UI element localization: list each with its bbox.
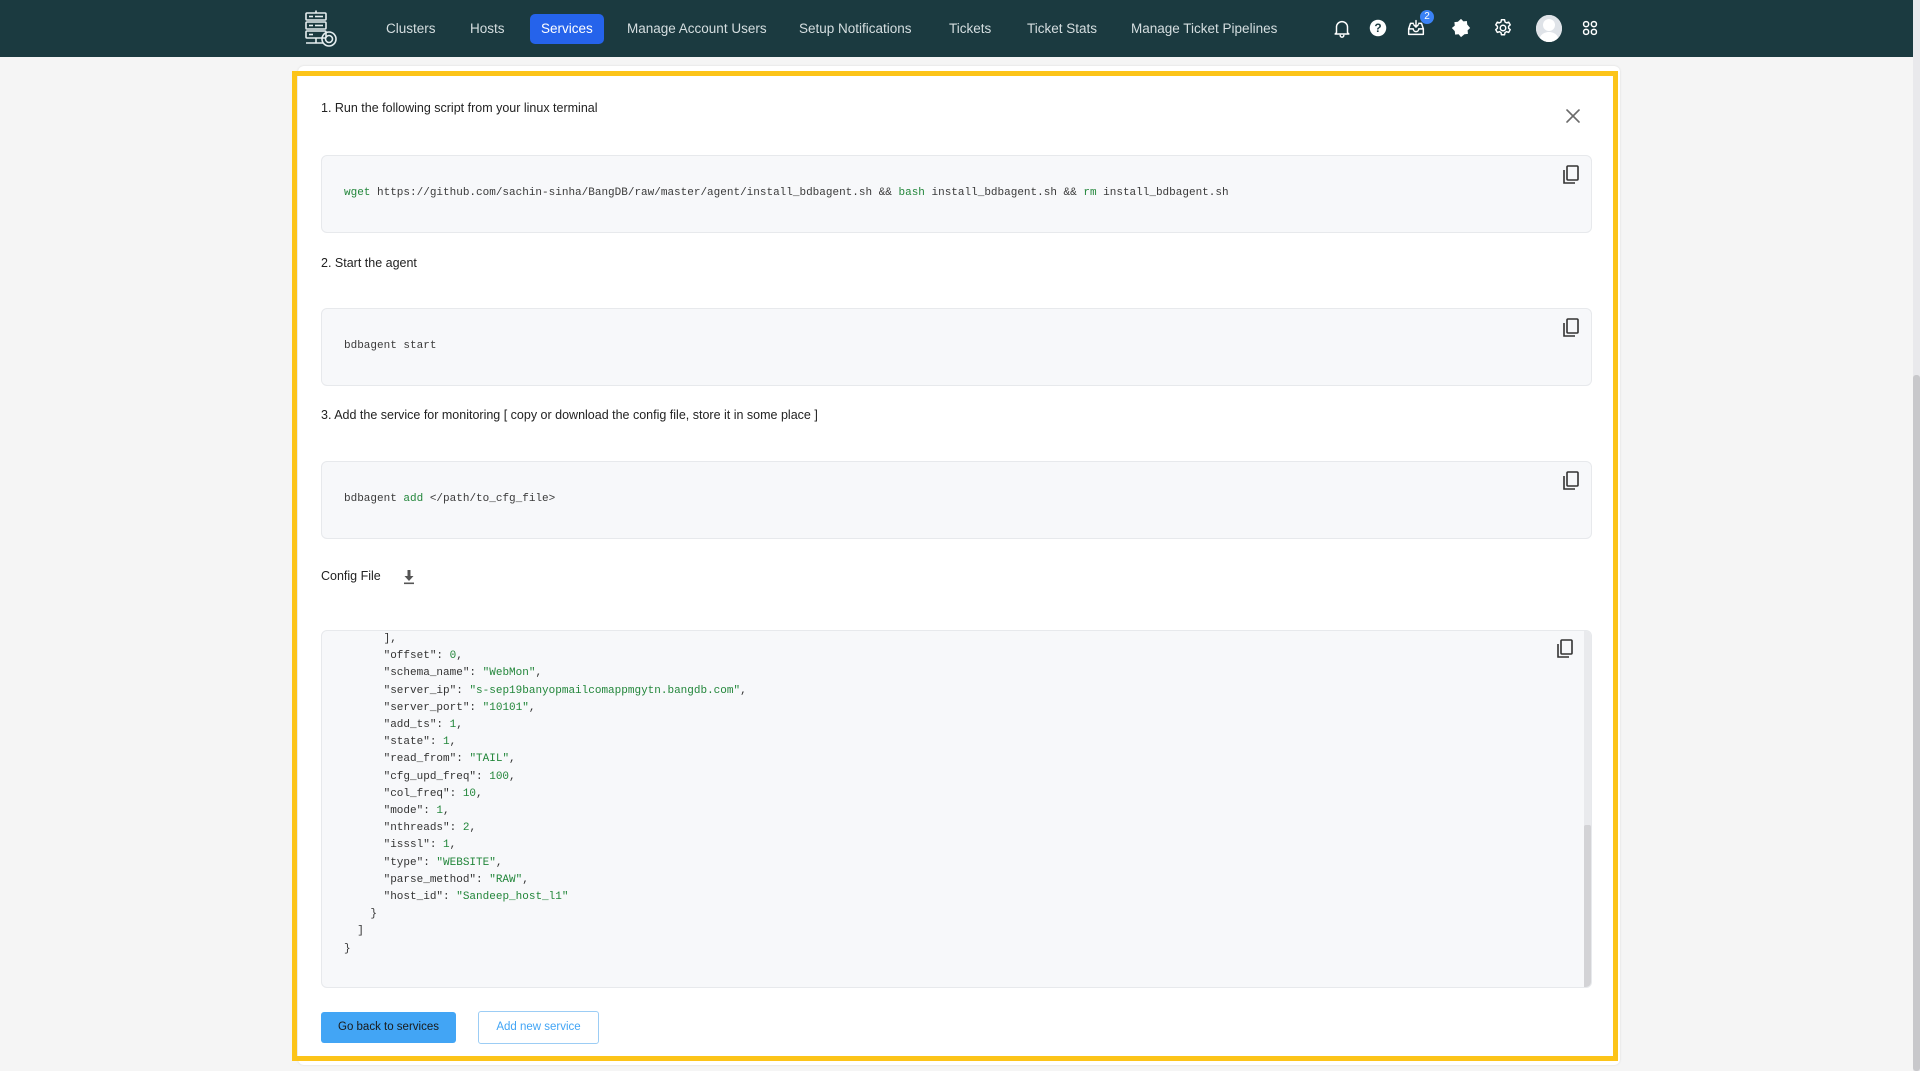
config-line: "nthreads": 2,	[383, 822, 477, 835]
start-agent-command[interactable]: bdbagent start	[344, 340, 436, 352]
step-3-instruction: 3. Add the service for monitoring [ copy…	[321, 408, 818, 422]
download-icon[interactable]	[401, 568, 417, 586]
code-text: </path/to_cfg_file>	[423, 493, 556, 505]
top-navbar: Clusters Hosts Services Manage Account U…	[0, 0, 1913, 57]
bell-icon[interactable]	[1331, 17, 1353, 39]
svg-text:?: ?	[1374, 21, 1381, 35]
help-icon[interactable]: ?	[1367, 17, 1389, 39]
server-cluster-logo[interactable]	[303, 10, 339, 48]
close-icon[interactable]	[1563, 106, 1583, 126]
nav-setup-notifications[interactable]: Setup Notifications	[799, 14, 912, 44]
config-line: ]	[357, 925, 364, 938]
copy-icon[interactable]	[1561, 317, 1581, 339]
nav-manage-ticket-pipelines[interactable]: Manage Ticket Pipelines	[1131, 14, 1277, 44]
code-keyword: add	[403, 493, 424, 505]
config-file-label: Config File	[321, 569, 381, 583]
config-line: "parse_method": "RAW",	[383, 873, 529, 886]
config-line: "server_ip": "s-sep19banyopmailcomappmgy…	[383, 684, 747, 697]
install-script-command[interactable]: wget https://github.com/sachin-sinha/Ban…	[344, 187, 1229, 199]
config-scrollbar-thumb[interactable]	[1584, 825, 1591, 987]
config-file-content: ], "offset": 0, "schema_name": "WebMon",…	[344, 631, 747, 958]
config-line: "host_id": "Sandeep_host_l1"	[383, 891, 569, 904]
add-new-service-button[interactable]: Add new service	[478, 1011, 599, 1044]
code-keyword: bash	[898, 187, 925, 199]
config-line: "server_port": "10101",	[383, 701, 536, 714]
code-keyword: rm	[1083, 187, 1097, 199]
page-scrollbar-thumb[interactable]	[1913, 375, 1920, 1071]
avatar[interactable]	[1536, 15, 1562, 42]
go-back-to-services-button[interactable]: Go back to services	[321, 1012, 456, 1043]
code-text: bdbagent	[344, 493, 404, 505]
config-line: "cfg_upd_freq": 100,	[383, 770, 516, 783]
config-line: "state": 1,	[383, 736, 457, 749]
nav-tickets[interactable]: Tickets	[949, 14, 991, 44]
code-text: install_bdbagent.sh &&	[924, 187, 1084, 199]
nav-services[interactable]: Services	[530, 14, 604, 44]
nav-clusters[interactable]: Clusters	[386, 14, 436, 44]
apps-grid-icon[interactable]	[1579, 17, 1601, 39]
step-1-instruction: 1. Run the following script from your li…	[321, 101, 598, 115]
code-text: bdbagent start	[344, 340, 437, 352]
config-scrollbar[interactable]	[1584, 631, 1591, 987]
nav-hosts[interactable]: Hosts	[470, 14, 505, 44]
config-line: "read_from": "TAIL",	[383, 753, 516, 766]
code-keyword: wget	[344, 187, 371, 199]
install-script-code-block: wget https://github.com/sachin-sinha/Ban…	[321, 155, 1592, 233]
config-line: "mode": 1,	[383, 805, 450, 818]
config-line: "offset": 0,	[383, 650, 463, 663]
nav-manage-account-users[interactable]: Manage Account Users	[627, 14, 767, 44]
page-scrollbar[interactable]	[1913, 0, 1920, 1071]
config-line: "col_freq": 10,	[383, 787, 483, 800]
config-line: "isssl": 1,	[383, 839, 457, 852]
config-line: }	[370, 908, 378, 921]
settings-icon[interactable]	[1492, 17, 1514, 39]
code-text: install_bdbagent.sh	[1096, 187, 1229, 199]
config-line: "schema_name": "WebMon",	[383, 667, 543, 680]
config-line: "add_ts": 1,	[383, 719, 463, 732]
config-line: ],	[383, 633, 397, 645]
copy-icon[interactable]	[1561, 164, 1581, 186]
config-file-viewer[interactable]: ], "offset": 0, "schema_name": "WebMon",…	[321, 630, 1592, 988]
copy-icon[interactable]	[1561, 470, 1581, 492]
inbox-badge: 2	[1420, 10, 1434, 24]
step-2-instruction: 2. Start the agent	[321, 256, 417, 270]
add-service-command[interactable]: bdbagent add </path/to_cfg_file>	[344, 493, 555, 505]
code-text: https://github.com/sachin-sinha/BangDB/r…	[370, 187, 899, 199]
start-agent-code-block: bdbagent start	[321, 308, 1592, 386]
copy-icon[interactable]	[1555, 638, 1575, 660]
config-line: "type": "WEBSITE",	[383, 856, 503, 869]
theme-toggle-icon[interactable]	[1450, 17, 1472, 39]
add-service-code-block: bdbagent add </path/to_cfg_file>	[321, 461, 1592, 539]
nav-ticket-stats[interactable]: Ticket Stats	[1027, 14, 1097, 44]
config-line: }	[344, 942, 351, 955]
